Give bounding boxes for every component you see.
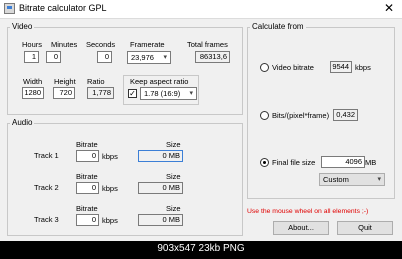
final-size-radio[interactable] [260,158,269,167]
framerate-value: 23,976 [131,53,154,62]
about-button[interactable]: About... [273,221,329,235]
chevron-down-icon: ▾ [163,54,167,61]
chevron-down-icon: ▾ [377,176,381,183]
framerate-label: Framerate [130,40,165,49]
aspect-ratio-select[interactable]: 1.78 (16:9) ▾ [140,87,197,100]
calculate-group-title: Calculate from [250,22,306,31]
track-2-bitrate-label: Bitrate [76,172,98,181]
ratio-label: Ratio [87,77,105,86]
height-label: Height [54,77,76,86]
video-bitrate-value: 9544 [330,61,352,73]
track-3-size-label: Size [166,204,181,213]
track-2-size-label: Size [166,172,181,181]
track-2-label: Track 2 [34,183,59,192]
framerate-select[interactable]: 23,976 ▾ [127,51,171,64]
track-2-bitrate-input[interactable]: 0 [76,182,99,194]
video-group-title: Video [10,22,35,31]
total-frames-label: Total frames [187,40,228,49]
hours-input[interactable]: 1 [24,51,39,63]
track-1-size-label: Size [166,140,181,149]
bits-per-pixel-value: 0,432 [333,109,358,121]
total-frames-value: 86313,6 [195,51,230,63]
keep-aspect-checkbox[interactable]: ✓ [128,89,137,98]
track-3-label: Track 3 [34,215,59,224]
track-1-size-value: 0 MB [138,150,183,162]
track-2-unit: kbps [102,184,118,193]
height-input[interactable]: 720 [53,87,75,99]
track-3-size-value: 0 MB [138,214,183,226]
final-size-unit: MB [365,158,377,167]
seconds-label: Seconds [86,40,116,49]
video-bitrate-radio[interactable] [260,63,269,72]
track-3-bitrate-label: Bitrate [76,204,98,213]
bits-per-pixel-label: Bits/(pixel*frame) [272,111,330,120]
aspect-ratio-value: 1.78 (16:9) [144,89,181,98]
hours-label: Hours [22,40,43,49]
track-1-label: Track 1 [34,151,59,160]
width-input[interactable]: 1280 [22,87,44,99]
track-3-unit: kbps [102,216,118,225]
size-preset-value: Custom [323,175,349,184]
mouse-wheel-hint: Use the mouse wheel on all elements ;-) [247,208,369,215]
width-label: Width [23,77,43,86]
track-2-size-value: 0 MB [138,182,183,194]
track-1-unit: kbps [102,152,118,161]
minutes-label: Minutes [51,40,78,49]
bits-per-pixel-radio[interactable] [260,111,269,120]
size-preset-select[interactable]: Custom ▾ [319,173,385,186]
video-bitrate-unit: kbps [355,63,371,72]
track-3-bitrate-input[interactable]: 0 [76,214,99,226]
chevron-down-icon: ▾ [189,90,193,97]
quit-button[interactable]: Quit [337,221,393,235]
track-1-bitrate-label: Bitrate [76,140,98,149]
app-icon [4,3,15,14]
audio-group-title: Audio [10,118,35,127]
video-bitrate-label: Video bitrate [272,63,314,72]
seconds-input[interactable]: 0 [97,51,112,63]
minutes-input[interactable]: 0 [46,51,61,63]
final-size-label: Final file size [272,158,316,167]
close-icon[interactable]: ✕ [382,1,396,15]
image-info-text: 903x547 23kb PNG [157,243,245,254]
window-title: Bitrate calculator GPL [19,3,107,13]
track-1-bitrate-input[interactable]: 0 [76,150,99,162]
keep-aspect-label: Keep aspect ratio [130,77,189,86]
final-size-input[interactable]: 4096 [321,156,365,168]
ratio-value: 1,778 [87,87,114,99]
